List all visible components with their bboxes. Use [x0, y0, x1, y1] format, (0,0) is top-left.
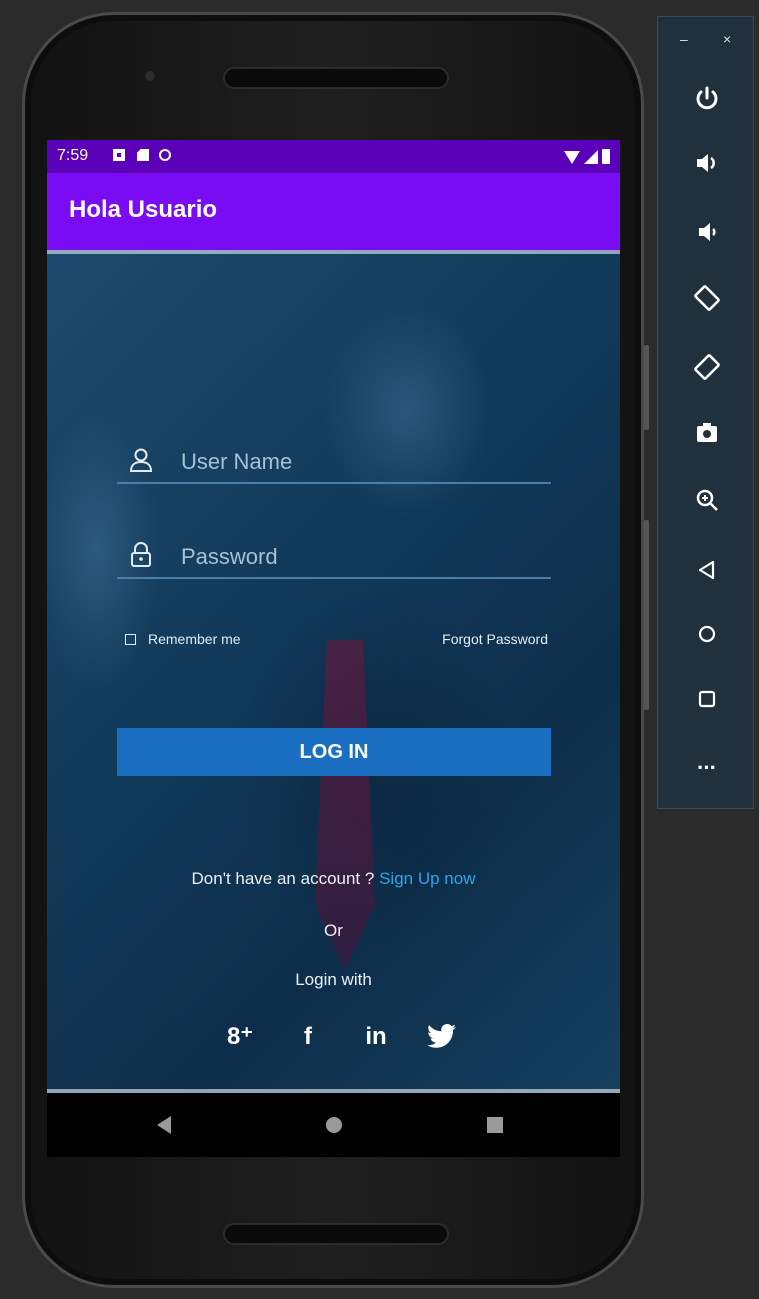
linkedin-icon[interactable]: in [359, 1023, 393, 1051]
home-icon [698, 625, 715, 643]
more-button[interactable]: ··· [658, 743, 755, 793]
overview-button[interactable] [658, 674, 755, 724]
rotate-right-button[interactable] [658, 342, 755, 392]
user-icon [129, 448, 153, 472]
close-button[interactable]: × [723, 31, 731, 47]
password-field[interactable] [117, 537, 551, 579]
rotate-right-icon [693, 354, 720, 380]
nav-back-icon[interactable] [157, 1116, 171, 1134]
back-button[interactable] [658, 545, 755, 595]
sd-card-icon [137, 149, 149, 161]
volume-up-button[interactable] [658, 138, 755, 188]
zoom-button[interactable] [658, 475, 755, 525]
signup-row: Don't have an account ? Sign Up now [47, 869, 620, 889]
signup-link[interactable]: Sign Up now [379, 869, 475, 888]
back-icon [698, 560, 714, 580]
signup-prefix: Don't have an account ? [191, 869, 375, 888]
rotate-left-button[interactable] [658, 273, 755, 323]
volume-down-icon [698, 223, 716, 241]
login-with-label: Login with [295, 970, 372, 989]
status-icons [564, 148, 610, 164]
nav-recents-icon[interactable] [487, 1117, 503, 1133]
top-speaker [223, 67, 449, 89]
status-bar: 7:59 [47, 140, 620, 173]
side-button-volume[interactable] [644, 345, 649, 430]
bottom-speaker [223, 1223, 449, 1245]
emulator-toolbar: – × ··· [657, 16, 754, 809]
lock-icon [131, 542, 151, 567]
status-time: 7:59 [57, 147, 89, 164]
login-content: Remember me Forgot Password LOG IN Don't… [47, 250, 620, 1093]
volume-down-button[interactable] [658, 207, 755, 257]
zoom-icon [696, 489, 718, 511]
side-button-power[interactable] [644, 520, 649, 710]
remember-label: Remember me [148, 631, 241, 647]
camera-icon [696, 423, 717, 442]
volume-up-icon [696, 154, 715, 172]
notification-icon [113, 149, 125, 161]
power-button[interactable] [658, 74, 755, 124]
power-icon [696, 86, 717, 110]
battery-icon [602, 149, 610, 164]
signal-icon [584, 150, 598, 164]
forgot-password-link[interactable]: Forgot Password [442, 631, 548, 647]
app-title: Hola Usuario [69, 196, 218, 223]
remember-checkbox[interactable] [125, 633, 136, 645]
google-plus-icon[interactable]: 8⁺ [223, 1022, 257, 1051]
twitter-icon[interactable] [427, 1023, 457, 1050]
home-button[interactable] [658, 609, 755, 659]
facebook-icon[interactable]: f [291, 1023, 325, 1051]
social-login-row: 8⁺ f in [223, 1022, 457, 1051]
password-input[interactable] [179, 537, 543, 577]
android-nav-bar [47, 1093, 620, 1157]
username-input[interactable] [179, 442, 543, 482]
more-icon: ··· [697, 755, 717, 780]
nav-home-icon[interactable] [326, 1117, 342, 1133]
username-field[interactable] [117, 442, 551, 484]
app-bar: Hola Usuario [47, 173, 620, 250]
remember-me[interactable]: Remember me [125, 631, 241, 647]
overview-icon [698, 690, 715, 708]
wifi-icon [564, 151, 580, 164]
minimize-button[interactable]: – [680, 31, 688, 47]
sync-icon [159, 149, 171, 161]
login-button[interactable]: LOG IN [117, 728, 551, 776]
rotate-left-icon [693, 285, 720, 311]
phone-screen: 7:59 Hola Usuario User Name Remember me … [47, 140, 620, 1157]
divider-top [47, 250, 620, 254]
screenshot-button[interactable] [658, 408, 755, 458]
front-camera [145, 71, 155, 81]
or-label: Or [324, 921, 343, 940]
